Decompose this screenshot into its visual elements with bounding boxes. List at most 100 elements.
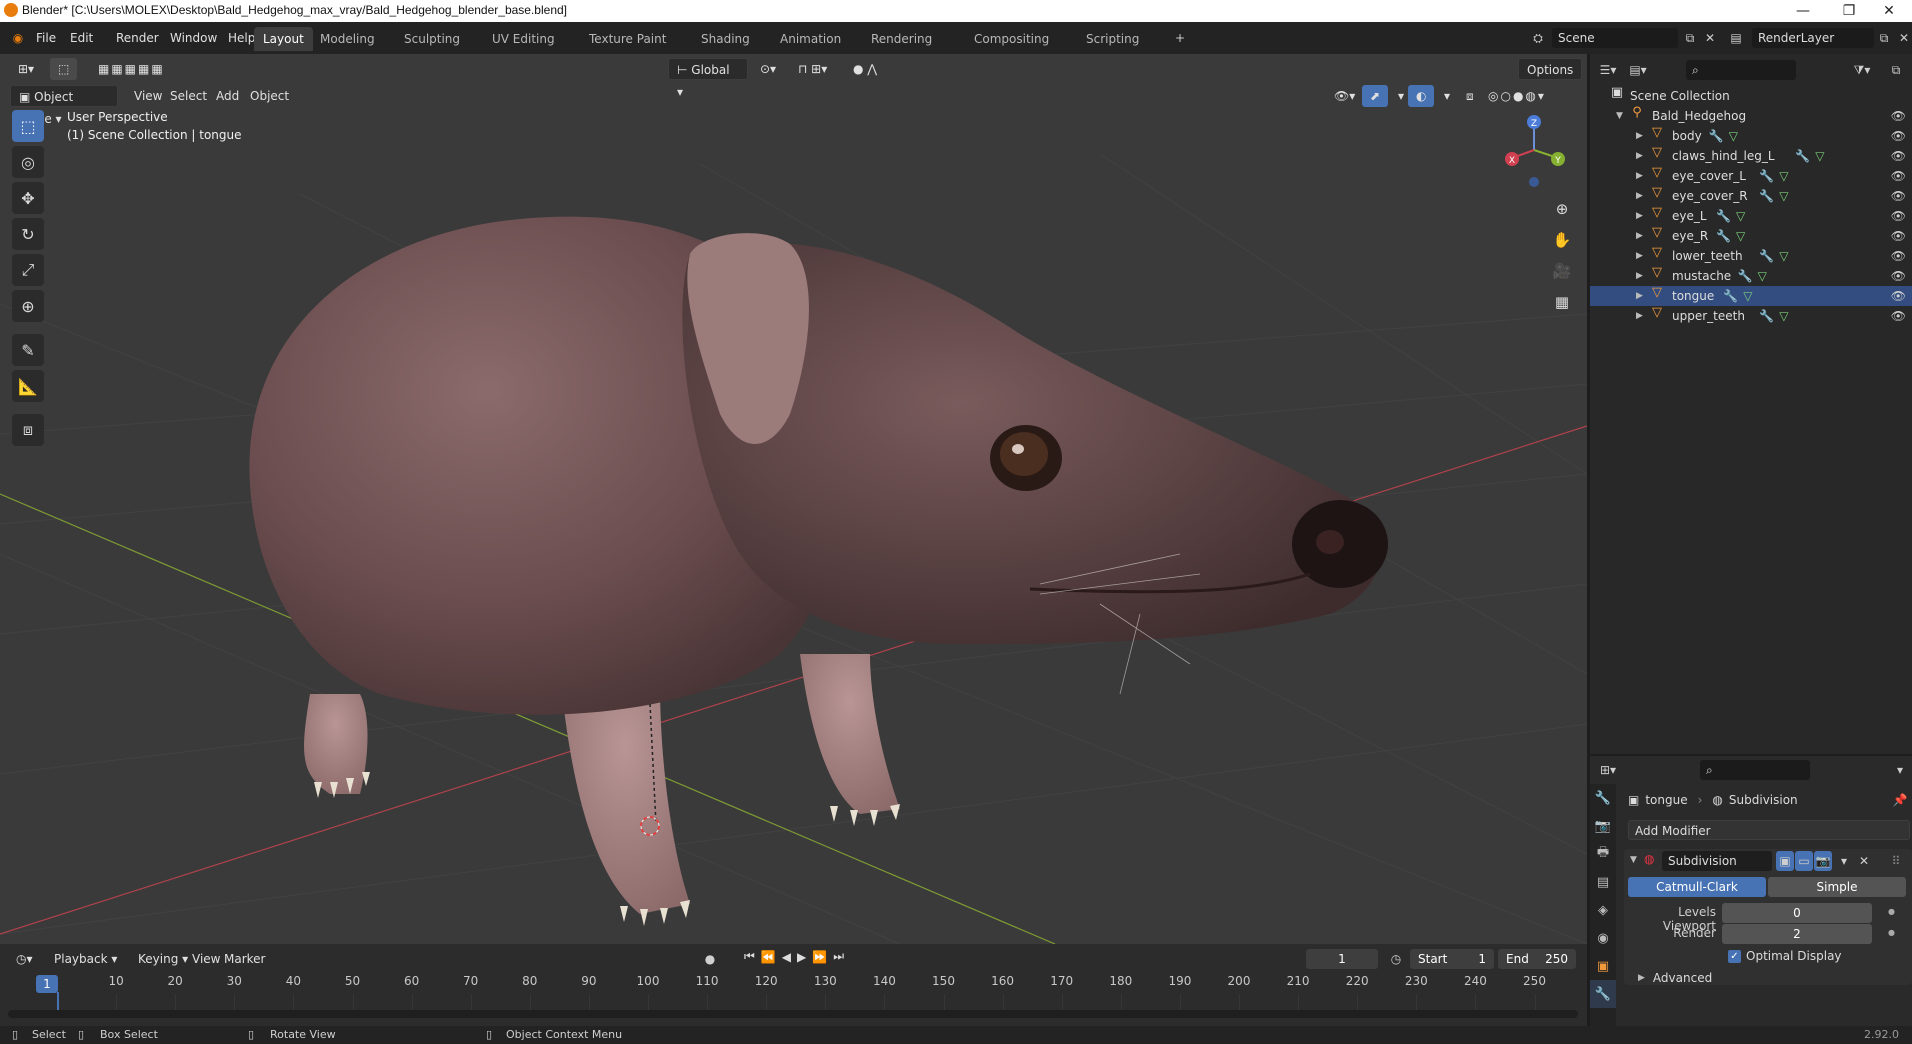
new-scene-icon[interactable]: ⧉ xyxy=(1680,28,1700,48)
modifier-wrench-icon[interactable]: 🔧 xyxy=(1716,206,1731,226)
levels-viewport-field[interactable]: 0 xyxy=(1722,903,1872,923)
object-mode-dropdown[interactable]: ▣ Object Mode ▾ xyxy=(10,85,118,126)
expand-arrow-icon[interactable]: ▶ xyxy=(1636,246,1643,266)
drag-handle-icon[interactable]: ⠿ xyxy=(1886,851,1906,871)
panel-collapse-icon[interactable]: ▼ xyxy=(1630,855,1637,865)
add-modifier-dropdown[interactable]: Add Modifier xyxy=(1628,820,1910,840)
mesh-data-icon[interactable]: ▽ xyxy=(1736,206,1745,226)
render-toggle-icon[interactable]: 📷 xyxy=(1814,851,1832,871)
neg-z-axis-icon[interactable] xyxy=(1529,177,1539,187)
delete-scene-icon[interactable]: ✕ xyxy=(1700,28,1720,48)
scene-tab-icon[interactable]: ◈ xyxy=(1590,896,1616,924)
menu-window[interactable]: Window xyxy=(164,28,223,48)
new-collection-icon[interactable]: ⧉ xyxy=(1886,60,1906,80)
close-window-button[interactable]: ✕ xyxy=(1866,0,1912,22)
display-mode-icon[interactable]: ▤▾ xyxy=(1628,60,1648,80)
expand-arrow-icon[interactable]: ▶ xyxy=(1636,286,1643,306)
eye-icon[interactable]: 👁 xyxy=(1891,206,1906,226)
expand-arrow-icon[interactable]: ▶ xyxy=(1636,226,1643,246)
eye-icon[interactable]: 👁 xyxy=(1891,246,1906,266)
xray-toggle-icon[interactable]: ⧈ xyxy=(1458,85,1482,107)
outliner-item-tongue[interactable]: ▶ ▽ tongue 🔧 ▽ 👁 xyxy=(1590,286,1912,306)
filter-icon[interactable]: ⧩▾ xyxy=(1852,60,1872,80)
optimal-display-checkbox[interactable]: ✓ Optimal Display xyxy=(1728,949,1842,963)
outliner-item-claws-hind-leg-l[interactable]: ▶ ▽ claws_hind_leg_L 🔧 ▽ 👁 xyxy=(1590,146,1912,166)
eye-icon[interactable]: 👁 xyxy=(1891,166,1906,186)
add-cube-tool[interactable]: ⧈ xyxy=(12,414,44,446)
tool-tab-icon[interactable]: 🔧 xyxy=(1590,784,1616,812)
tab-compositing[interactable]: Compositing xyxy=(965,27,1058,51)
pivot-point-icon[interactable]: ⊙▾ xyxy=(752,58,784,80)
outliner-collection[interactable]: ▼ ⚲ Bald_Hedgehog 👁 xyxy=(1590,106,1912,126)
simple-button[interactable]: Simple xyxy=(1768,877,1906,897)
eye-icon[interactable]: 👁 xyxy=(1891,266,1906,286)
mesh-data-icon[interactable]: ▽ xyxy=(1779,306,1788,326)
editor-type-icon[interactable]: ⊞▾ xyxy=(10,58,42,80)
playhead-indicator[interactable]: 1 xyxy=(36,975,58,993)
camera-view-icon[interactable]: 🎥 xyxy=(1550,256,1574,287)
outliner-search-input[interactable]: ⌕ xyxy=(1686,60,1796,80)
expand-arrow-icon[interactable]: ▶ xyxy=(1636,146,1643,166)
cursor-tool[interactable]: ◎ xyxy=(12,146,44,178)
expand-arrow-icon[interactable]: ▶ xyxy=(1636,266,1643,286)
selection-mode-icons[interactable]: ▦▦▦▦▦ xyxy=(90,58,173,80)
shading-mode-icons[interactable]: ◎○●◍▾ xyxy=(1480,85,1554,107)
tab-animation[interactable]: Animation xyxy=(771,27,850,51)
add-workspace-button[interactable]: + xyxy=(1170,28,1190,48)
tab-layout[interactable]: Layout xyxy=(254,27,313,51)
modifier-wrench-icon[interactable]: 🔧 xyxy=(1709,126,1724,146)
mesh-data-icon[interactable]: ▽ xyxy=(1743,286,1752,306)
modifier-wrench-icon[interactable]: 🔧 xyxy=(1759,166,1774,186)
expand-arrow-icon[interactable]: ▶ xyxy=(1636,166,1643,186)
catmull-clark-button[interactable]: Catmull-Clark xyxy=(1628,877,1766,897)
modifier-name-field[interactable]: Subdivision xyxy=(1662,851,1772,871)
zoom-icon[interactable]: ⊕ xyxy=(1550,194,1574,225)
modifier-wrench-icon[interactable]: 🔧 xyxy=(1795,146,1810,166)
gizmo-toggle-icon[interactable]: ⬈ xyxy=(1362,85,1389,107)
mesh-data-icon[interactable]: ▽ xyxy=(1758,266,1767,286)
scale-tool[interactable]: ⤢ xyxy=(12,254,44,286)
remove-modifier-icon[interactable]: ✕ xyxy=(1854,851,1874,871)
expand-arrow-icon[interactable]: ▶ xyxy=(1636,206,1643,226)
modifier-wrench-icon[interactable]: 🔧 xyxy=(1759,186,1774,206)
overlay-toggle-icon[interactable]: ◐ xyxy=(1408,85,1435,107)
modifier-wrench-icon[interactable]: 🔧 xyxy=(1723,286,1738,306)
outliner-item-lower-teeth[interactable]: ▶ ▽ lower_teeth 🔧 ▽ 👁 xyxy=(1590,246,1912,266)
rotate-tool[interactable]: ↻ xyxy=(12,218,44,250)
tab-texture-paint[interactable]: Texture Paint xyxy=(580,27,675,51)
modifier-menu-icon[interactable]: ▾ xyxy=(1834,851,1854,871)
transform-orientation-dropdown[interactable]: ⊢ Global ▾ xyxy=(668,58,748,99)
pan-hand-icon[interactable]: ✋ xyxy=(1550,225,1574,256)
transform-tool[interactable]: ⊕ xyxy=(12,290,44,322)
edit-mode-toggle-icon[interactable]: ▣ xyxy=(1776,851,1794,871)
move-tool[interactable]: ✥ xyxy=(12,182,44,214)
outliner-item-eye-cover-l[interactable]: ▶ ▽ eye_cover_L 🔧 ▽ 👁 xyxy=(1590,166,1912,186)
expand-arrow-icon[interactable]: ▶ xyxy=(1636,306,1643,326)
tab-modeling[interactable]: Modeling xyxy=(311,27,384,51)
menu-render[interactable]: Render xyxy=(110,28,165,48)
eye-icon[interactable]: 👁 xyxy=(1891,226,1906,246)
hedgehog-model[interactable] xyxy=(249,216,1388,926)
eye-icon[interactable]: 👁 xyxy=(1891,306,1906,326)
outliner-item-upper-teeth[interactable]: ▶ ▽ upper_teeth 🔧 ▽ 👁 xyxy=(1590,306,1912,326)
keyframe-dot-icon[interactable]: ● xyxy=(1888,907,1895,916)
navigation-gizmo[interactable]: Z Y X xyxy=(1500,110,1570,190)
measure-tool[interactable]: 📐 xyxy=(12,370,44,402)
select-mode-icon[interactable]: ⬚ xyxy=(50,58,78,80)
menu-object[interactable]: Object xyxy=(242,85,297,107)
world-tab-icon[interactable]: ◉ xyxy=(1590,924,1616,952)
timeline-scrollbar[interactable] xyxy=(8,1010,1578,1018)
eye-icon[interactable]: 👁 xyxy=(1891,106,1906,126)
modifier-wrench-icon[interactable]: 🔧 xyxy=(1738,266,1753,286)
menu-file[interactable]: File xyxy=(30,28,62,48)
view-layer-tab-icon[interactable]: ▤ xyxy=(1590,868,1616,896)
mesh-data-icon[interactable]: ▽ xyxy=(1779,186,1788,206)
outliner-scene-collection[interactable]: ▣ Scene Collection xyxy=(1590,86,1912,106)
outliner-item-body[interactable]: ▶ ▽ body 🔧 ▽ 👁 xyxy=(1590,126,1912,146)
mesh-data-icon[interactable]: ▽ xyxy=(1815,146,1824,166)
object-tab-icon[interactable]: ▣ xyxy=(1590,952,1616,980)
mesh-data-icon[interactable]: ▽ xyxy=(1779,166,1788,186)
tab-uv-editing[interactable]: UV Editing xyxy=(483,27,564,51)
modifier-wrench-icon[interactable]: 🔧 xyxy=(1759,246,1774,266)
delete-render-layer-icon[interactable]: ✕ xyxy=(1894,28,1912,48)
